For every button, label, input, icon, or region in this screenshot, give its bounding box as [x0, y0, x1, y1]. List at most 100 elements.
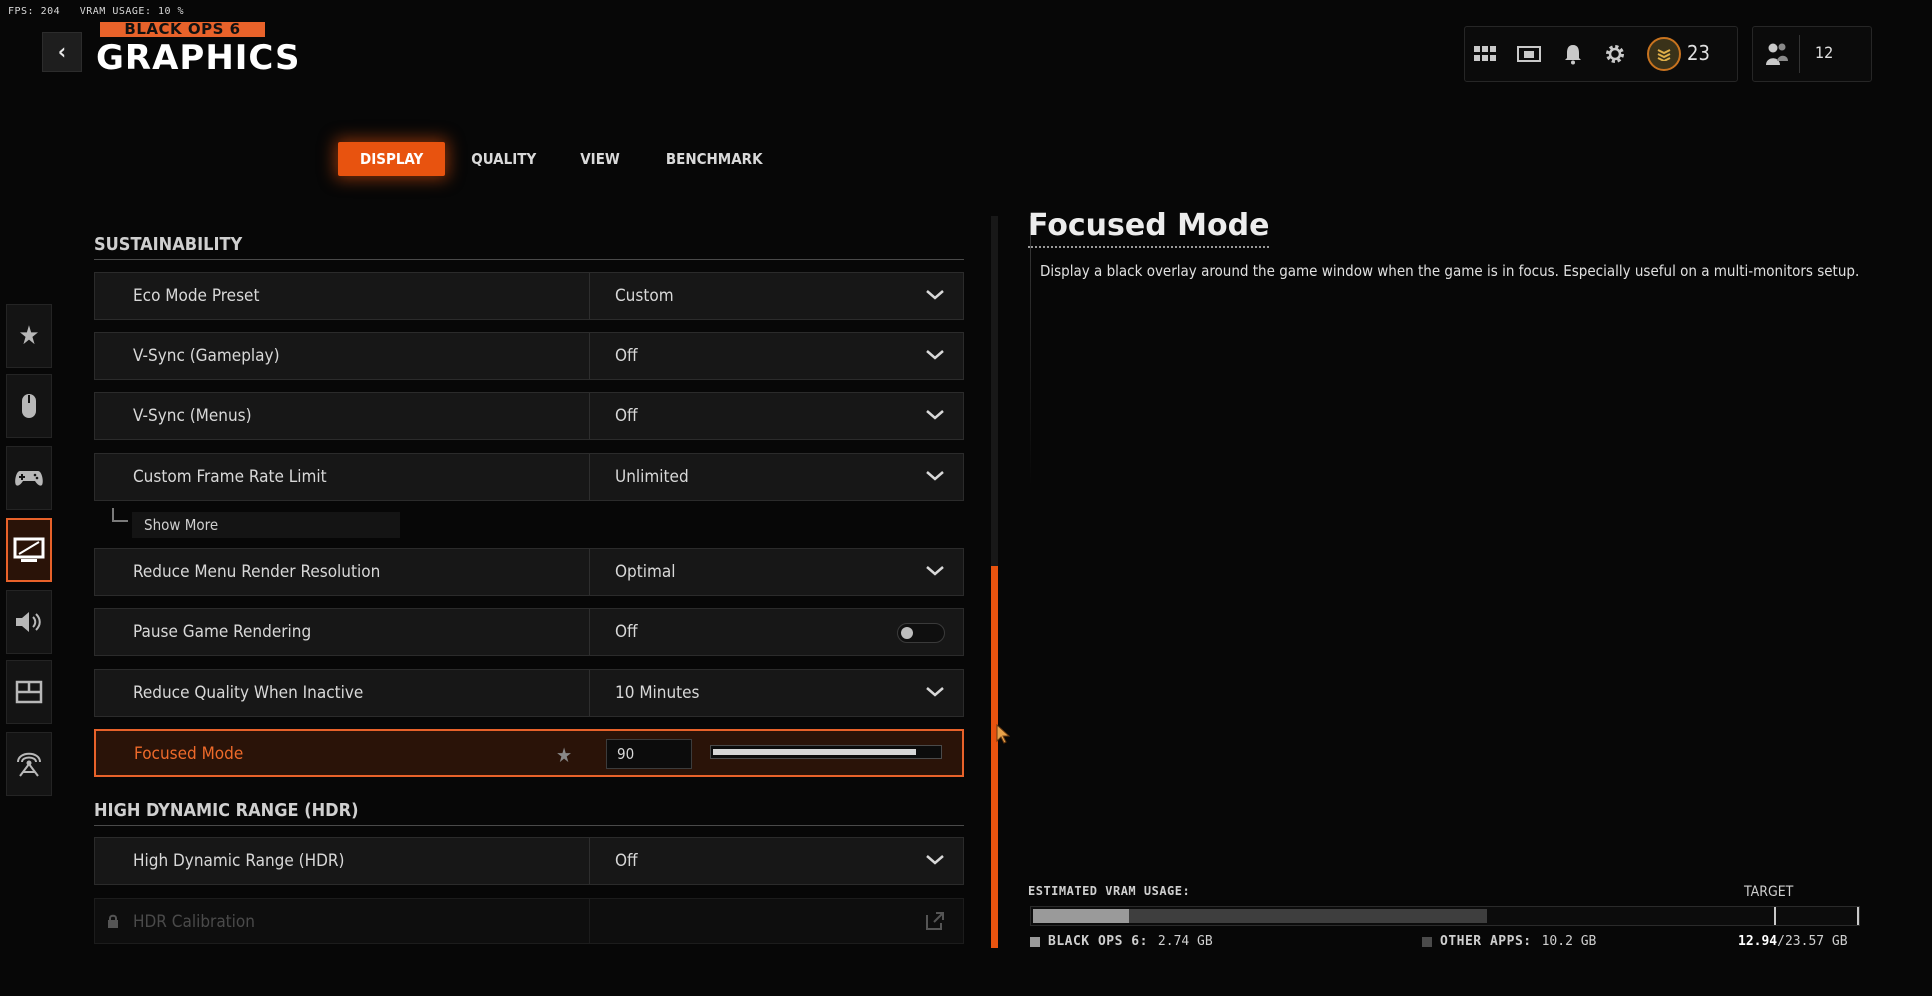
setting-label: Custom Frame Rate Limit: [133, 467, 327, 487]
setting-value: Custom: [615, 286, 674, 306]
setting-label: V-Sync (Gameplay): [133, 346, 280, 366]
setting-value: Off: [615, 406, 638, 426]
sidenav-favorites[interactable]: ★: [6, 304, 52, 368]
fps-counter: FPS: 204 VRAM USAGE: 10 %: [8, 6, 185, 17]
vram-game-segment: [1033, 909, 1129, 923]
setting-value: Off: [615, 346, 638, 366]
chevron-down-icon: [926, 410, 944, 420]
legend-label: OTHER APPS:: [1440, 934, 1532, 949]
setting-value: Optimal: [615, 562, 676, 582]
tab-view[interactable]: VIEW: [568, 142, 632, 176]
show-more-button[interactable]: Show More: [132, 512, 400, 538]
apps-grid-icon[interactable]: [1465, 27, 1505, 81]
legend-value: 2.74 GB: [1157, 934, 1213, 949]
tab-display[interactable]: DISPLAY: [338, 142, 446, 176]
sidenav-interface[interactable]: [6, 660, 52, 724]
setting-value: Off: [615, 622, 638, 642]
setting-label: Reduce Menu Render Resolution: [133, 562, 381, 582]
chevron-down-icon: [926, 290, 944, 300]
sidenav-mouse[interactable]: [6, 374, 52, 438]
description-text: Display a black overlay around the game …: [1040, 262, 1860, 280]
network-icon: [17, 752, 41, 777]
setting-custom-frame-rate-limit[interactable]: Custom Frame Rate Limit Unlimited: [94, 453, 964, 501]
top-toolbar: 23: [1464, 26, 1738, 82]
section-sustainability: SUSTAINABILITY: [94, 234, 964, 260]
graphics-monitor-icon: [13, 537, 45, 562]
setting-label: HDR Calibration: [133, 912, 255, 932]
party-count: 12: [1815, 43, 1834, 62]
focused-mode-value-input[interactable]: 90: [606, 739, 692, 769]
description-panel-border: [1030, 216, 1031, 486]
setting-hdr[interactable]: High Dynamic Range (HDR) Off: [94, 837, 964, 885]
game-logo: BLACK OPS 6: [100, 22, 265, 37]
setting-vsync-menus[interactable]: V-Sync (Menus) Off: [94, 392, 964, 440]
vram-other-segment: [1129, 909, 1487, 923]
setting-hdr-calibration: HDR Calibration: [94, 898, 964, 944]
setting-vsync-gameplay[interactable]: V-Sync (Gameplay) Off: [94, 332, 964, 380]
legend-swatch: [1422, 936, 1432, 947]
setting-reduce-quality-when-inactive[interactable]: Reduce Quality When Inactive 10 Minutes: [94, 669, 964, 717]
tab-benchmark[interactable]: BENCHMARK: [654, 142, 775, 176]
tab-quality[interactable]: QUALITY: [459, 142, 548, 176]
sidenav-audio[interactable]: [6, 590, 52, 654]
tree-elbow: [112, 508, 128, 522]
setting-label: Eco Mode Preset: [133, 286, 260, 306]
rank-badge[interactable]: [1647, 37, 1681, 71]
rank-icon: [1647, 37, 1681, 71]
vram-usage-label: ESTIMATED VRAM USAGE:: [1028, 884, 1191, 898]
tab-bar: DISPLAY QUALITY VIEW BENCHMARK: [338, 142, 775, 176]
settings-scrollbar-thumb[interactable]: [991, 566, 998, 948]
vram-legend-other: OTHER APPS: 10.2 GB: [1422, 934, 1596, 949]
sidenav-graphics[interactable]: [6, 518, 52, 582]
divider: [589, 454, 590, 500]
divider: [589, 670, 590, 716]
page-title: GRAPHICS: [96, 38, 301, 78]
vram-legend-game: BLACK OPS 6: 2.74 GB: [1030, 934, 1213, 949]
divider: [1799, 35, 1800, 73]
setting-value: Unlimited: [615, 467, 689, 487]
store-icon[interactable]: [1509, 27, 1549, 81]
chevron-down-icon: [926, 350, 944, 360]
notification-bell-icon[interactable]: [1553, 27, 1593, 81]
legend-swatch: [1030, 936, 1040, 947]
chevron-down-icon: [926, 855, 944, 865]
external-link-icon: [926, 912, 944, 930]
divider: [589, 549, 590, 595]
mouse-icon: [22, 394, 36, 418]
legend-value: 10.2 GB: [1541, 934, 1597, 949]
divider: [589, 393, 590, 439]
lock-icon: [108, 914, 118, 928]
favorite-star-icon[interactable]: ★: [556, 743, 572, 767]
settings-gear-icon[interactable]: [1595, 27, 1635, 81]
focused-mode-slider[interactable]: [710, 745, 942, 759]
setting-focused-mode[interactable]: Focused Mode ★ 90: [94, 729, 964, 777]
sidenav-controller[interactable]: [6, 446, 52, 510]
setting-eco-mode-preset[interactable]: Eco Mode Preset Custom: [94, 272, 964, 320]
back-button[interactable]: ‹: [42, 32, 82, 72]
chevron-down-icon: [926, 471, 944, 481]
interface-layout-icon: [15, 680, 43, 704]
divider: [589, 899, 590, 943]
chevron-down-icon: [926, 687, 944, 697]
favorites-star-icon: ★: [18, 321, 40, 351]
divider: [589, 609, 590, 655]
pause-rendering-toggle[interactable]: [897, 623, 945, 643]
setting-pause-game-rendering[interactable]: Pause Game Rendering Off: [94, 608, 964, 656]
party-members-icon: [1765, 41, 1789, 71]
section-hdr: HIGH DYNAMIC RANGE (HDR): [94, 800, 964, 826]
vram-total: 12.94/23.57 GB: [1738, 934, 1848, 949]
setting-label: High Dynamic Range (HDR): [133, 851, 345, 871]
divider: [589, 333, 590, 379]
player-level: 23: [1687, 41, 1710, 65]
setting-label: Focused Mode: [134, 744, 244, 764]
slider-fill: [713, 749, 916, 755]
vram-bar-end: [1857, 907, 1859, 925]
legend-label: BLACK OPS 6:: [1048, 934, 1148, 949]
setting-reduce-menu-render-resolution[interactable]: Reduce Menu Render Resolution Optimal: [94, 548, 964, 596]
setting-label: Pause Game Rendering: [133, 622, 312, 642]
setting-label: V-Sync (Menus): [133, 406, 252, 426]
vram-target-label: TARGET: [1744, 884, 1794, 900]
party-box[interactable]: 12: [1752, 26, 1872, 82]
sidenav-network[interactable]: [6, 732, 52, 796]
mouse-cursor-icon: [996, 724, 1010, 744]
